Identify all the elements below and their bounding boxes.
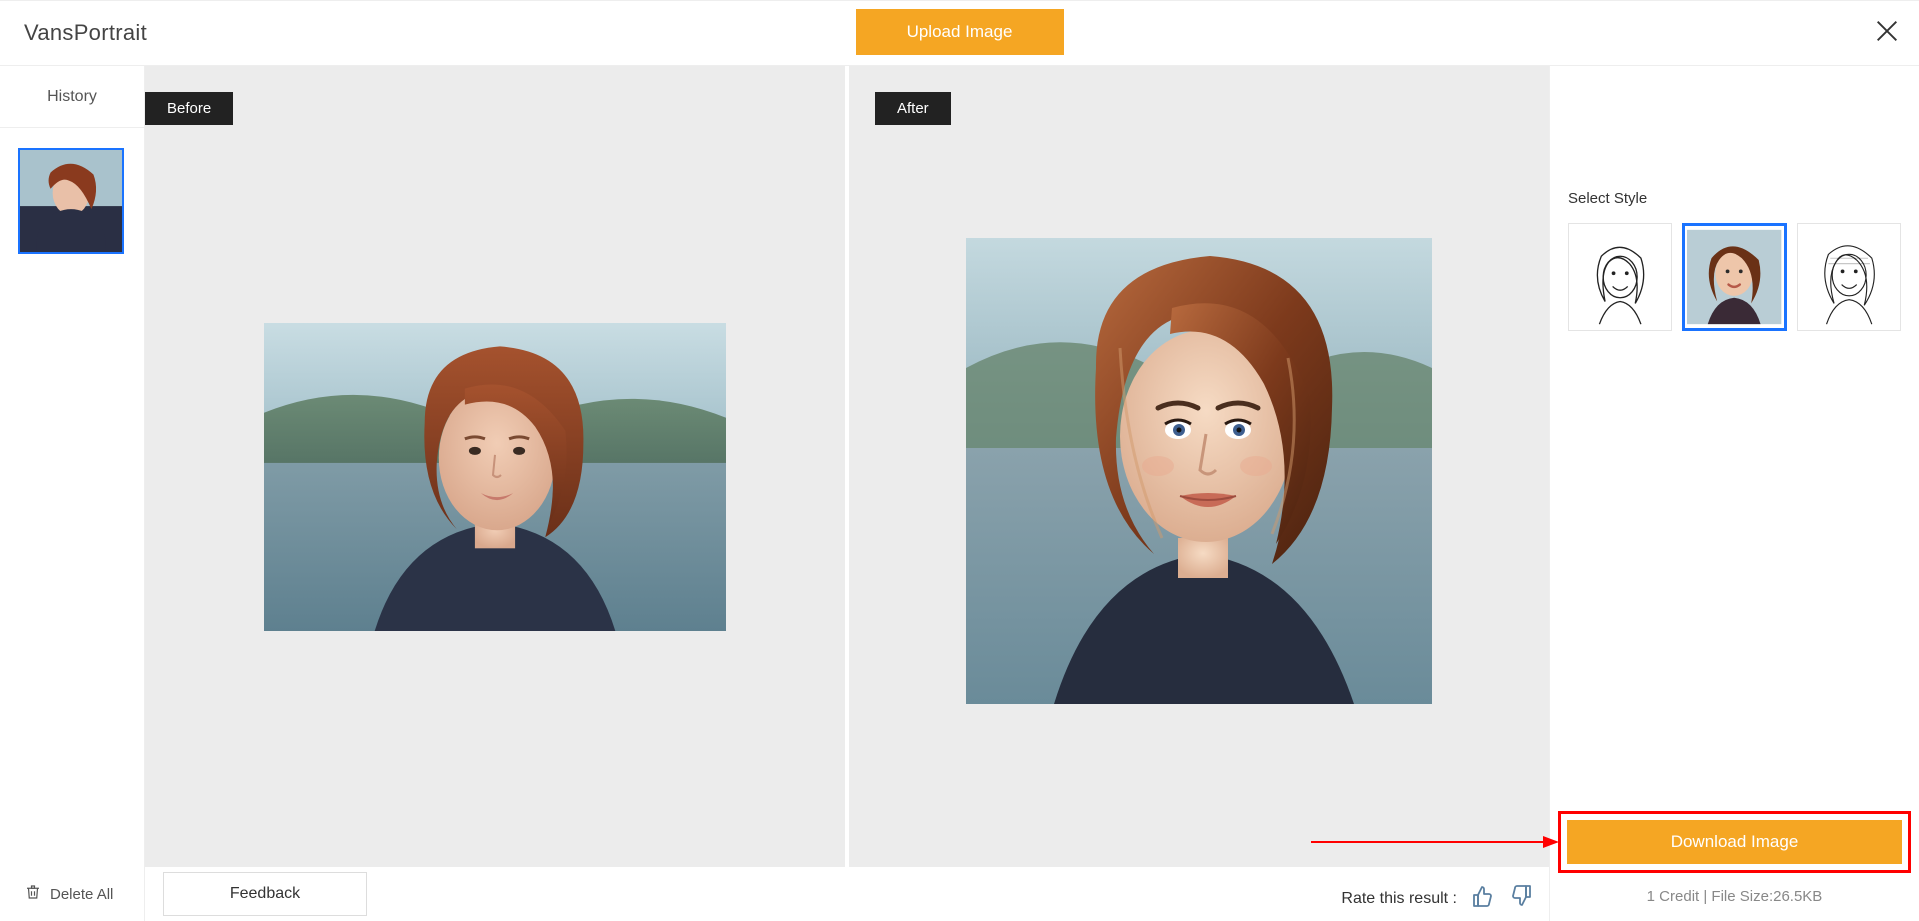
after-image <box>966 238 1432 704</box>
history-tab[interactable]: History <box>0 66 144 128</box>
app-body: History Delete All <box>0 66 1919 921</box>
trash-icon <box>24 883 42 905</box>
bottom-bar: Feedback Rate this result : <box>145 867 1549 921</box>
history-sidebar: History Delete All <box>0 66 145 921</box>
delete-all-button[interactable]: Delete All <box>24 883 113 905</box>
before-panel: Before <box>145 66 849 867</box>
app-title: VansPortrait <box>0 20 147 46</box>
thumbs-up-icon[interactable] <box>1471 884 1495 913</box>
credit-info: 1 Credit | File Size:26.5KB <box>1550 888 1919 905</box>
select-style-label: Select Style <box>1568 190 1901 207</box>
rate-result: Rate this result : <box>1341 884 1533 913</box>
after-badge: After <box>875 92 951 125</box>
before-image <box>264 323 726 631</box>
main-content: Before <box>145 66 1549 921</box>
style-option-sketch[interactable] <box>1568 223 1672 331</box>
download-highlight: Download Image <box>1558 811 1911 873</box>
style-option-lineart[interactable] <box>1797 223 1901 331</box>
after-panel: After <box>849 66 1549 867</box>
history-item[interactable] <box>18 148 124 254</box>
download-image-button[interactable]: Download Image <box>1567 820 1902 864</box>
thumbs-down-icon[interactable] <box>1509 884 1533 913</box>
style-sidebar: Select Style <box>1549 66 1919 921</box>
rate-label: Rate this result : <box>1341 890 1457 908</box>
style-options <box>1568 223 1901 331</box>
upload-image-button[interactable]: Upload Image <box>856 9 1064 55</box>
history-thumbnails <box>0 128 144 274</box>
before-after-compare: Before <box>145 66 1549 867</box>
close-icon[interactable] <box>1873 17 1901 45</box>
feedback-button[interactable]: Feedback <box>163 872 367 916</box>
delete-all-label: Delete All <box>50 886 113 903</box>
app-header: VansPortrait Upload Image <box>0 0 1919 66</box>
before-badge: Before <box>145 92 233 125</box>
style-option-painted[interactable] <box>1682 223 1786 331</box>
